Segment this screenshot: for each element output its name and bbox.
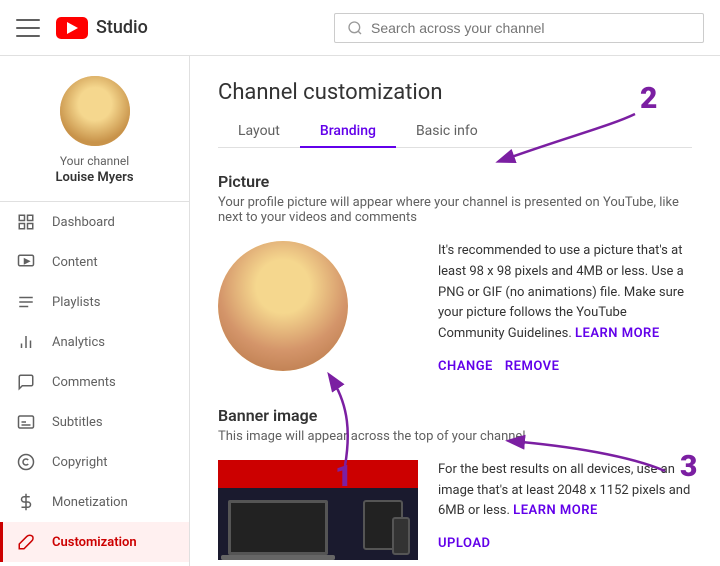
picture-info: It's recommended to use a picture that's… [438, 241, 692, 378]
picture-section: Picture Your profile picture will appear… [218, 172, 692, 378]
channel-name: Louise Myers [55, 170, 133, 185]
sidebar-item-label: Customization [52, 535, 137, 550]
sidebar-item-label: Content [52, 255, 98, 270]
sidebar-item-label: Monetization [52, 495, 128, 510]
sidebar-item-content[interactable]: Content [0, 242, 189, 282]
search-input[interactable] [371, 20, 691, 36]
sidebar-item-customization[interactable]: Customization [0, 522, 189, 562]
banner-actions: UPLOAD [438, 534, 692, 555]
picture-remove-button[interactable]: REMOVE [505, 357, 560, 378]
tabs: Layout Branding Basic info [218, 113, 692, 148]
banner-section-content: For the best results on all devices, use… [218, 460, 692, 560]
picture-section-desc: Your profile picture will appear where y… [218, 195, 692, 225]
main-content: Channel customization Layout Branding Ba… [190, 56, 720, 566]
dollar-icon [16, 492, 36, 512]
main-wrapper: Channel customization Layout Branding Ba… [190, 56, 720, 566]
channel-label: Your channel [60, 154, 129, 168]
bar-chart-icon [16, 332, 36, 352]
picture-section-content: It's recommended to use a picture that's… [218, 241, 692, 378]
profile-picture [218, 241, 348, 371]
sidebar-item-playlists[interactable]: Playlists [0, 282, 189, 322]
banner-info: For the best results on all devices, use… [438, 460, 692, 555]
tab-layout[interactable]: Layout [218, 113, 300, 147]
sidebar-item-copyright[interactable]: Copyright [0, 442, 189, 482]
avatar-image [60, 76, 130, 146]
sidebar-item-analytics[interactable]: Analytics [0, 322, 189, 362]
tab-basic-info[interactable]: Basic info [396, 113, 498, 147]
picture-change-button[interactable]: CHANGE [438, 357, 493, 378]
banner-section-title: Banner image [218, 406, 692, 425]
header: Studio [0, 0, 720, 56]
sidebar-item-label: Dashboard [52, 215, 115, 230]
copyright-icon [16, 452, 36, 472]
sidebar-nav: Dashboard Content Playlists [0, 202, 189, 566]
brush-icon [16, 532, 36, 552]
sidebar-item-dashboard[interactable]: Dashboard [0, 202, 189, 242]
sidebar-item-audio-library[interactable]: Audio library [0, 562, 189, 566]
menu-button[interactable] [16, 16, 40, 40]
sidebar-item-label: Analytics [52, 335, 105, 350]
comment-icon [16, 372, 36, 392]
sidebar-item-label: Comments [52, 375, 116, 390]
sidebar-item-label: Copyright [52, 455, 108, 470]
page-title: Channel customization [218, 80, 692, 105]
sidebar-item-label: Playlists [52, 295, 100, 310]
picture-preview [218, 241, 418, 371]
picture-learn-more-link[interactable]: Learn more [575, 326, 660, 341]
play-square-icon [16, 252, 36, 272]
body: Your channel Louise Myers Dashboard Cont… [0, 56, 720, 566]
list-icon [16, 292, 36, 312]
banner-section-desc: This image will appear across the top of… [218, 429, 692, 444]
subtitles-icon [16, 412, 36, 432]
profile-picture-image [218, 241, 348, 371]
logo-text: Studio [96, 17, 148, 38]
youtube-logo-icon [56, 17, 88, 39]
sidebar-item-comments[interactable]: Comments [0, 362, 189, 402]
banner-preview [218, 460, 418, 560]
banner-red-bar [218, 460, 418, 488]
banner-device-phone [392, 517, 410, 555]
banner-device-laptop [228, 500, 328, 555]
picture-actions: CHANGE REMOVE [438, 357, 692, 378]
sidebar-item-label: Subtitles [52, 415, 103, 430]
banner-upload-button[interactable]: UPLOAD [438, 534, 490, 555]
sidebar-item-monetization[interactable]: Monetization [0, 482, 189, 522]
picture-section-title: Picture [218, 172, 692, 191]
banner-learn-more-link[interactable]: Learn more [513, 503, 598, 518]
search-icon [347, 20, 363, 36]
channel-info: Your channel Louise Myers [0, 56, 189, 202]
banner-preview-container [218, 460, 418, 560]
main-inner: Channel customization Layout Branding Ba… [218, 80, 692, 566]
logo: Studio [56, 17, 148, 39]
search-bar[interactable] [334, 13, 704, 43]
sidebar: Your channel Louise Myers Dashboard Cont… [0, 56, 190, 566]
grid-icon [16, 212, 36, 232]
tab-branding[interactable]: Branding [300, 113, 396, 147]
sidebar-item-subtitles[interactable]: Subtitles [0, 402, 189, 442]
banner-section: Banner image This image will appear acro… [218, 406, 692, 560]
avatar [60, 76, 130, 146]
